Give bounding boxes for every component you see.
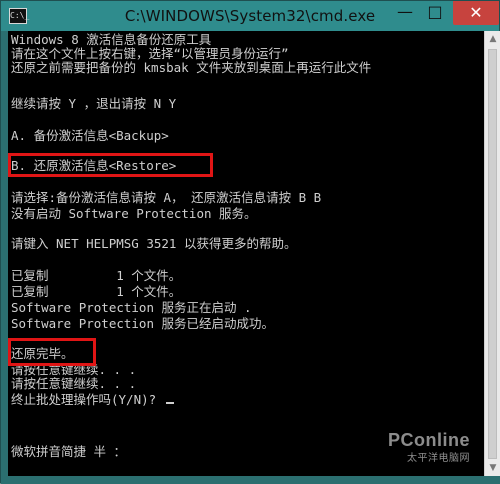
console-line: 已复制 1 个文件。 <box>11 268 182 283</box>
watermark-sub: 太平洋电脑网 <box>407 453 470 464</box>
console-line: 请在这个文件上按右键，选择“以管理员身份运行” <box>11 46 289 61</box>
console-line: A. 备份激活信息<Backup> <box>11 128 169 143</box>
title-bar[interactable]: C:\_ C:\WINDOWS\System32\cmd.exe — □ ✕ <box>1 1 499 31</box>
console-line: 终止批处理操作吗(Y/N)? <box>11 393 174 407</box>
pconline-watermark: PConline 太平洋电脑网 <box>388 430 470 464</box>
ime-status-line: 微软拼音简捷 半 ： <box>11 444 127 459</box>
console-line: 没有启动 Software Protection 服务。 <box>11 206 257 221</box>
prompt-text: 终止批处理操作吗(Y/N)? <box>11 392 164 407</box>
cmd-window: C:\_ C:\WINDOWS\System32\cmd.exe — □ ✕ W… <box>0 0 500 484</box>
console-line: Software Protection 服务已经启动成功。 <box>11 316 275 331</box>
scroll-up-arrow-icon[interactable]: ▲ <box>485 31 500 47</box>
maximize-button[interactable]: □ <box>421 1 449 23</box>
minimize-button[interactable]: — <box>391 1 419 23</box>
watermark-brand: PConline <box>387 430 470 450</box>
close-button[interactable]: ✕ <box>453 1 499 25</box>
console-line: 已复制 1 个文件。 <box>11 284 182 299</box>
console-line: 继续请按 Y ，退出请按 N Y <box>11 96 177 111</box>
console-line: 请键入 NET HELPMSG 3521 以获得更多的帮助。 <box>11 236 297 251</box>
console-line: Software Protection 服务正在启动 . <box>11 300 252 315</box>
scroll-down-arrow-icon[interactable]: ▼ <box>485 460 500 476</box>
console-line: 还原之前需要把备份的 kmsbak 文件夹放到桌面上再运行此文件 <box>11 60 372 75</box>
console-line: 请按任意键继续. . . <box>11 376 137 391</box>
vertical-scrollbar[interactable]: ▲ ▼ <box>484 31 500 476</box>
console-line: Windows 8 激活信息备份还原工具 <box>11 32 212 47</box>
highlight-restore-option <box>8 153 213 177</box>
console-line: 请选择:备份激活信息请按 A， 还原激活信息请按 B B <box>11 190 322 205</box>
text-cursor <box>165 402 174 404</box>
highlight-restore-complete <box>8 338 96 366</box>
console-output[interactable]: Windows 8 激活信息备份还原工具 请在这个文件上按右键，选择“以管理员身… <box>8 31 484 476</box>
scrollbar-thumb[interactable] <box>488 49 497 459</box>
